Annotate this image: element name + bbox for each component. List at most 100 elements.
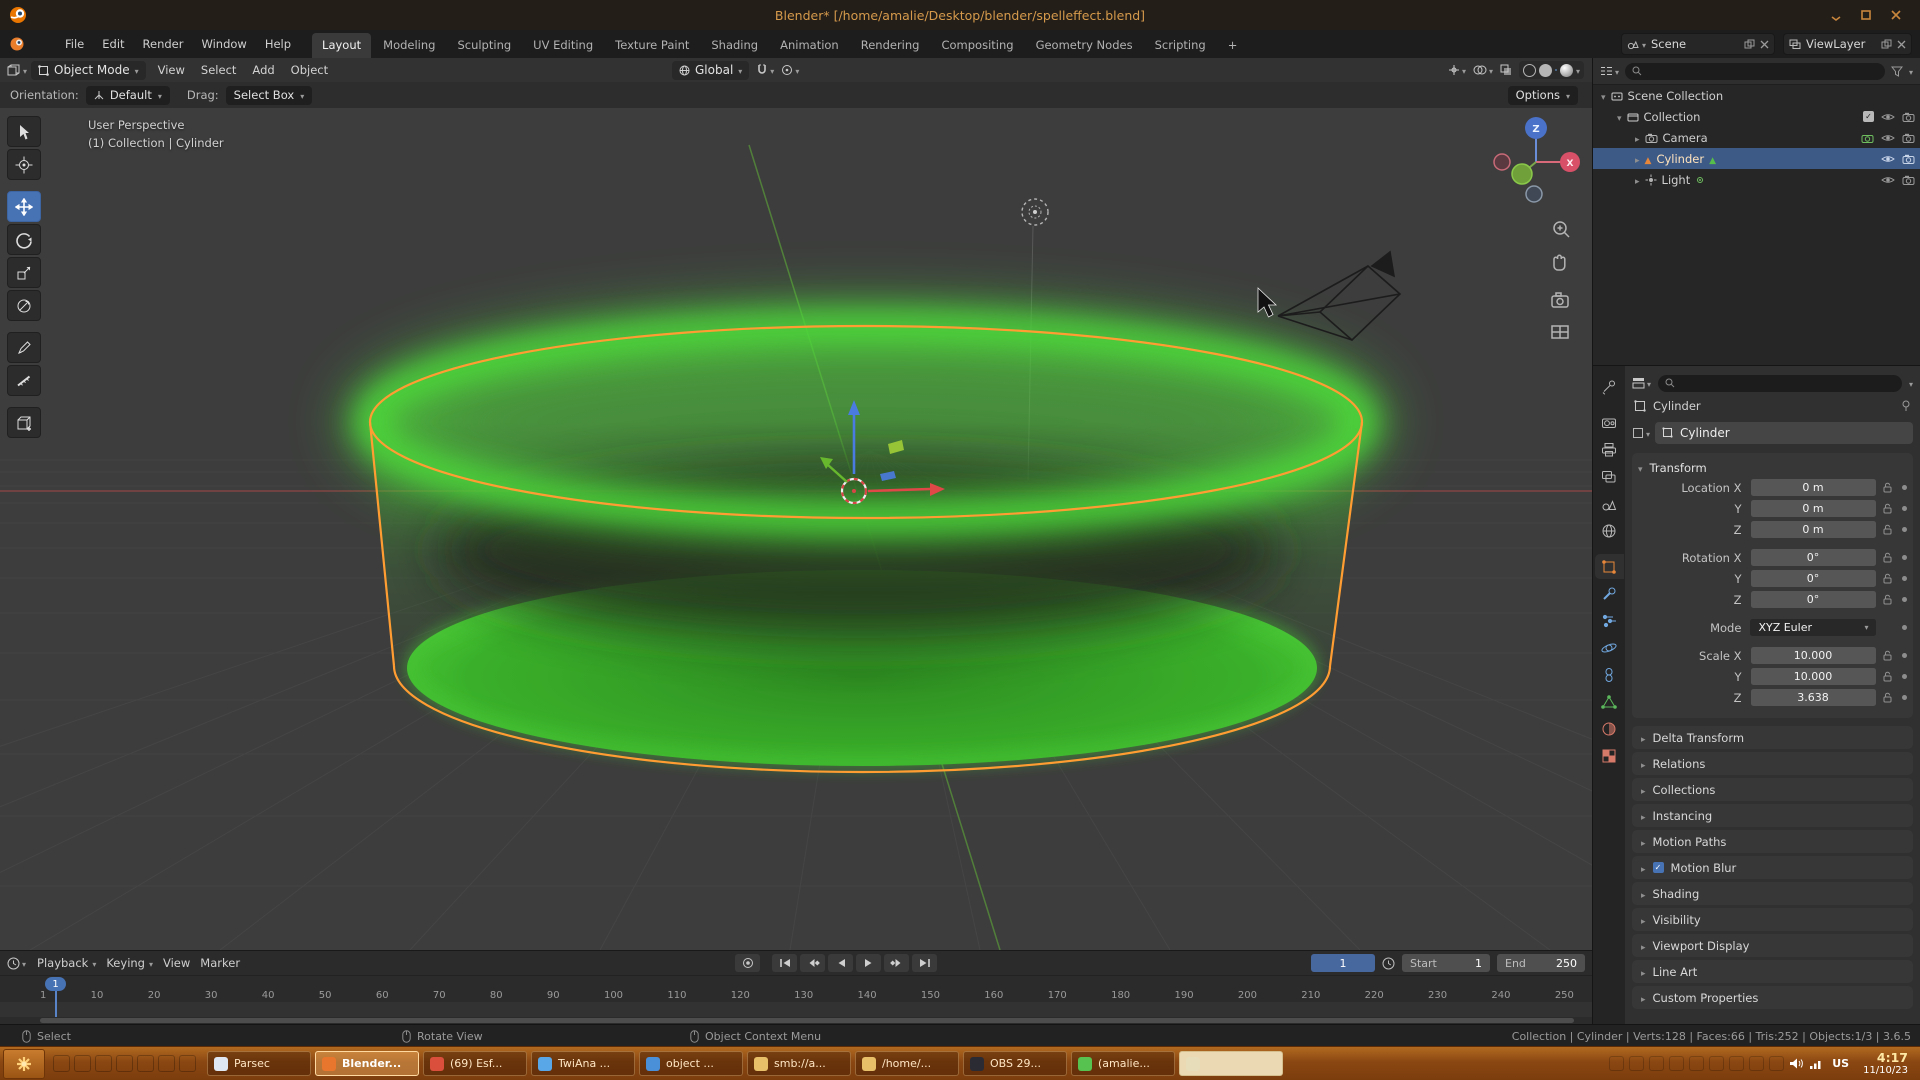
taskbar-app[interactable]: smb://a... [747,1051,851,1076]
wireframe-shading-button[interactable] [1523,64,1536,77]
viewport-menu[interactable]: Select [193,60,244,80]
outliner-filter-dropdown[interactable] [1909,64,1913,78]
animate-dot[interactable] [1902,527,1907,532]
material-tab[interactable] [1595,716,1624,741]
eye-icon[interactable] [1881,154,1895,164]
animate-dot[interactable] [1902,653,1907,658]
network-icon[interactable] [1809,1058,1823,1070]
proportional-editing-toggle[interactable] [781,63,799,77]
tray-app-1[interactable] [1629,1056,1644,1071]
workspace-tab[interactable]: Texture Paint [605,33,699,58]
orientation-dropdown[interactable]: Default [86,86,170,105]
lock-icon[interactable] [1880,573,1897,584]
tray-discord[interactable] [1669,1056,1684,1071]
jump-to-end-button[interactable] [912,954,937,972]
nav-axis-y[interactable] [1512,164,1532,184]
timeline-scrollbar[interactable] [40,1018,1574,1023]
value-field[interactable]: 10.000 [1751,668,1876,685]
lock-icon[interactable] [1880,524,1897,535]
nav-axis-x-neg[interactable] [1494,154,1510,170]
animate-dot[interactable] [1902,674,1907,679]
options-dropdown[interactable]: Options [1508,86,1578,105]
taskbar-app[interactable] [1179,1051,1283,1076]
timeline-menu[interactable]: Marker [195,956,245,970]
playhead-line[interactable] [55,989,57,1017]
lock-icon[interactable] [1880,503,1897,514]
new-scene-icon[interactable] [1744,39,1755,50]
properties-section[interactable]: Visibility [1632,908,1913,931]
render-tab[interactable] [1595,410,1624,435]
annotate-tool[interactable] [7,332,41,363]
taskbar-app[interactable]: Blender... [315,1051,419,1076]
animate-dot[interactable] [1902,555,1907,560]
play-button[interactable] [856,954,881,972]
properties-search-input[interactable] [1658,375,1902,392]
workspace-tab[interactable]: Compositing [931,33,1023,58]
render-visibility-icon[interactable] [1902,154,1915,164]
select-box-tool[interactable] [7,116,41,147]
properties-editor-type-button[interactable] [1632,376,1651,390]
timeline-editor-type-button[interactable] [7,956,26,970]
outliner-row-collection[interactable]: Collection [1593,106,1920,127]
render-visibility-icon[interactable] [1902,112,1915,122]
render-visibility-icon[interactable] [1902,133,1915,143]
object-data-tab[interactable] [1595,689,1624,714]
rendered-shading-button[interactable] [1560,64,1573,77]
quick-launch-4[interactable] [116,1055,133,1072]
ortho-toggle-icon[interactable] [1552,326,1568,338]
value-field[interactable]: 0 m [1751,479,1876,496]
move-tool[interactable] [7,191,41,222]
workspace-tab[interactable]: Sculpting [447,33,521,58]
value-field[interactable]: 10.000 [1751,647,1876,664]
current-frame-field[interactable]: 1 [1311,954,1375,972]
properties-options-dropdown[interactable] [1909,376,1913,390]
blender-menu-icon[interactable] [8,36,26,52]
taskbar-app[interactable]: /home/... [855,1051,959,1076]
properties-section[interactable]: Motion Paths [1632,830,1913,853]
taskbar-app[interactable]: OBS 29... [963,1051,1067,1076]
drag-dropdown[interactable]: Select Box [226,86,313,105]
properties-section[interactable]: Shading [1632,882,1913,905]
workspace-tab[interactable]: Scripting [1145,33,1216,58]
viewport-menu[interactable]: Object [283,60,336,80]
quick-launch-5[interactable] [137,1055,154,1072]
outliner-editor-type-button[interactable] [1600,64,1619,78]
tray-app-4[interactable] [1729,1056,1744,1071]
modifiers-tab[interactable] [1595,581,1624,606]
animate-dot[interactable] [1902,576,1907,581]
use-preview-range-icon[interactable] [1382,957,1395,970]
frame-start-field[interactable]: Start1 [1402,954,1490,972]
quick-launch-7[interactable] [179,1055,196,1072]
quick-launch-3[interactable] [95,1055,112,1072]
filter-icon[interactable] [1891,66,1903,77]
pin-icon[interactable] [1901,400,1911,412]
scale-tool[interactable] [7,257,41,288]
jump-to-start-button[interactable] [772,954,797,972]
tray-app-5[interactable] [1749,1056,1764,1071]
solid-shading-button[interactable] [1539,64,1552,77]
snap-toggle[interactable] [756,63,774,77]
workspace-tab[interactable]: Animation [770,33,849,58]
scene-tab[interactable] [1595,491,1624,516]
lock-icon[interactable] [1880,552,1897,563]
unlink-scene-icon[interactable] [1760,40,1769,49]
physics-tab[interactable] [1595,635,1624,660]
keyboard-layout-indicator[interactable]: US [1828,1057,1853,1070]
browse-object-button[interactable] [1632,426,1650,440]
workspace-tab[interactable]: Geometry Nodes [1026,33,1143,58]
viewport-3d[interactable]: Z X [0,108,1592,950]
remove-viewlayer-icon[interactable] [1897,40,1906,49]
spell-effect-cylinder[interactable] [370,326,1362,772]
outliner-row-light[interactable]: Light [1593,169,1920,190]
clock[interactable]: 4:17 11/10/23 [1863,1051,1908,1077]
camera-view-icon[interactable] [1552,293,1568,307]
animate-dot[interactable] [1902,485,1907,490]
timeline-menu[interactable]: Keying [101,956,158,970]
properties-section[interactable]: Motion Blur [1632,856,1913,879]
outliner-row-cylinder[interactable]: Cylinder [1593,148,1920,169]
scene-selector[interactable]: Scene [1621,33,1775,55]
animate-dot[interactable] [1902,506,1907,511]
window-minimize-button[interactable] [1828,7,1844,23]
properties-section[interactable]: Instancing [1632,804,1913,827]
texture-tab[interactable] [1595,743,1624,768]
